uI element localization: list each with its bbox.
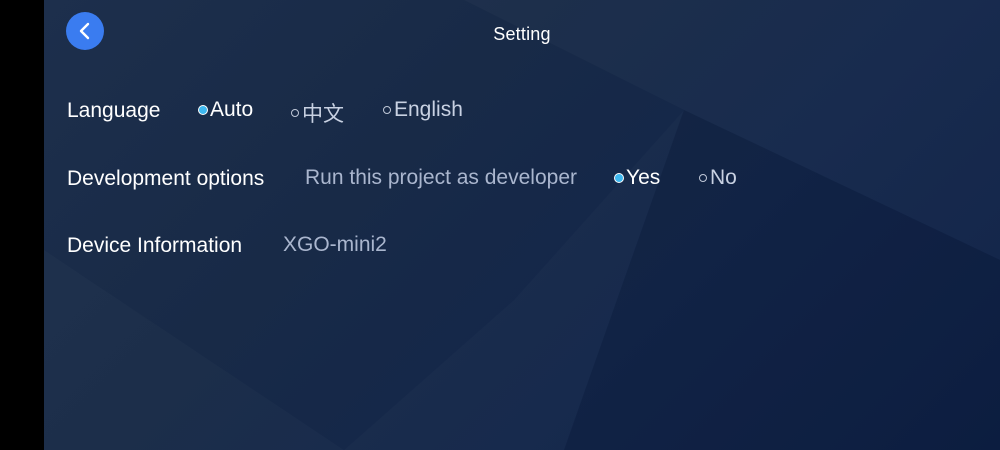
settings-screen: Setting Language Auto 中文 English Develop… <box>44 0 1000 450</box>
language-option-english[interactable]: English <box>383 98 463 122</box>
language-label: Language <box>67 99 161 122</box>
development-option-yes[interactable]: Yes <box>615 166 660 190</box>
language-option-auto[interactable]: Auto <box>199 98 253 122</box>
device-row: Device Information <box>67 231 242 261</box>
development-option-label: Yes <box>626 166 661 189</box>
radio-unselected-icon <box>291 109 299 117</box>
language-option-chinese[interactable]: 中文 <box>291 98 344 128</box>
development-row: Development options <box>67 164 264 194</box>
language-option-label: Auto <box>210 98 254 121</box>
device-value: XGO-mini2 <box>283 233 387 256</box>
radio-selected-icon <box>615 174 623 182</box>
language-option-label: 中文 <box>302 103 344 126</box>
radio-unselected-icon <box>699 174 707 182</box>
development-label: Development options <box>67 167 265 190</box>
device-bezel <box>0 0 44 450</box>
development-description: Run this project as developer <box>305 166 577 189</box>
language-option-label: English <box>394 98 463 121</box>
device-label: Device Information <box>67 234 243 257</box>
radio-selected-icon <box>199 106 207 114</box>
development-option-label: No <box>710 166 737 189</box>
radio-unselected-icon <box>383 106 391 114</box>
background-pattern <box>564 110 1000 450</box>
development-option-no[interactable]: No <box>699 166 737 190</box>
page-title: Setting <box>493 24 551 44</box>
language-row: Language <box>67 96 160 126</box>
